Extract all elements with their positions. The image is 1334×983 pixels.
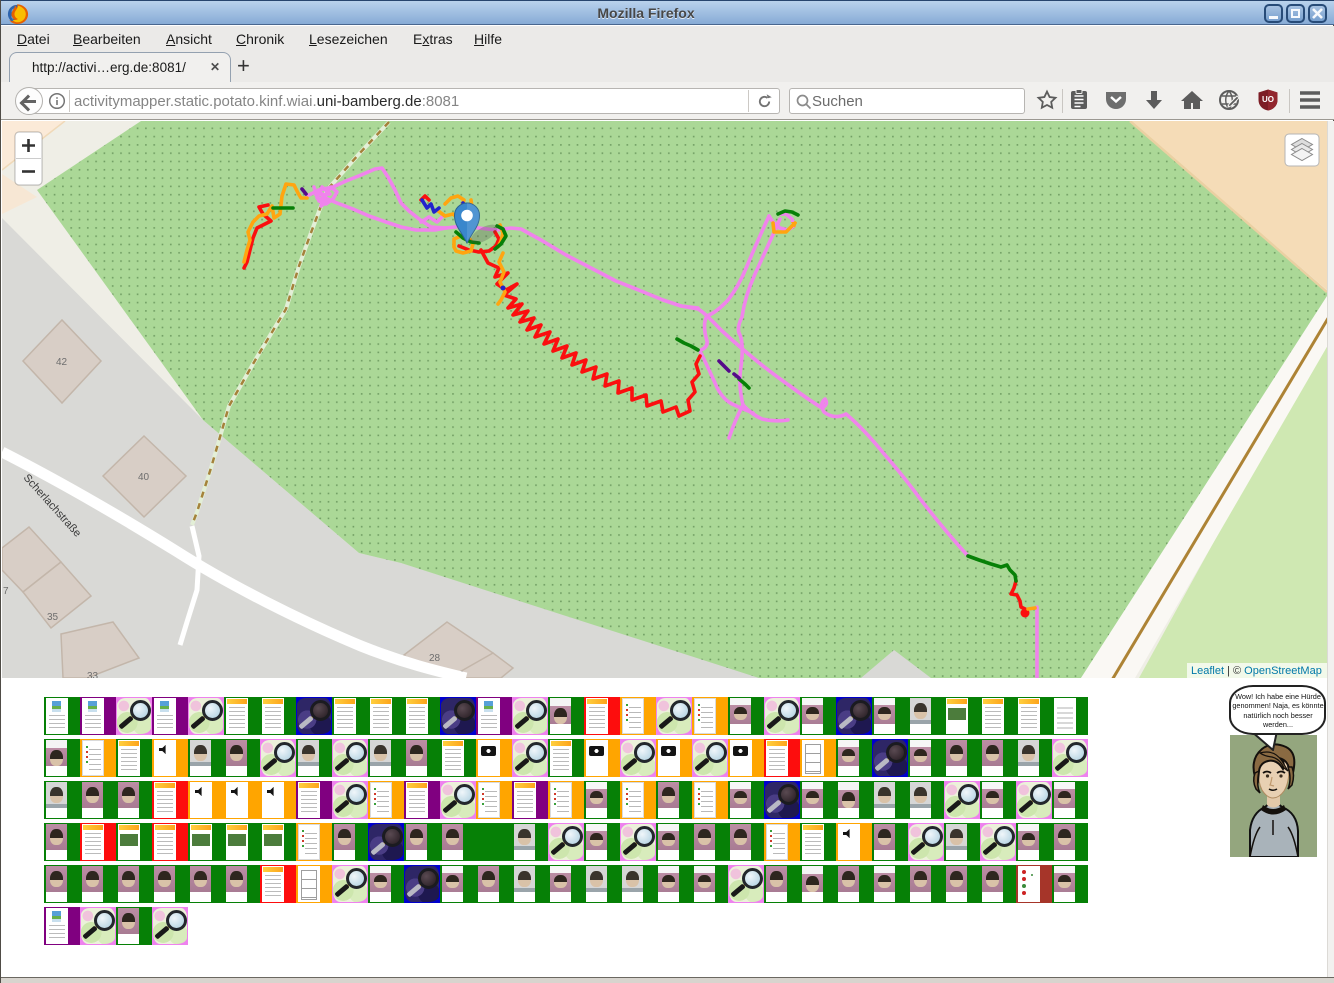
svg-text:28: 28 (429, 653, 441, 664)
svg-text:42: 42 (56, 357, 68, 368)
svg-text:40: 40 (138, 472, 150, 483)
svg-text:7: 7 (3, 586, 9, 597)
svg-text:Leaflet | © OpenStreetMap: Leaflet | © OpenStreetMap (1191, 665, 1322, 677)
svg-text:33: 33 (87, 671, 99, 678)
svg-text:UO: UO (1262, 95, 1274, 104)
svg-text:35: 35 (47, 612, 59, 623)
